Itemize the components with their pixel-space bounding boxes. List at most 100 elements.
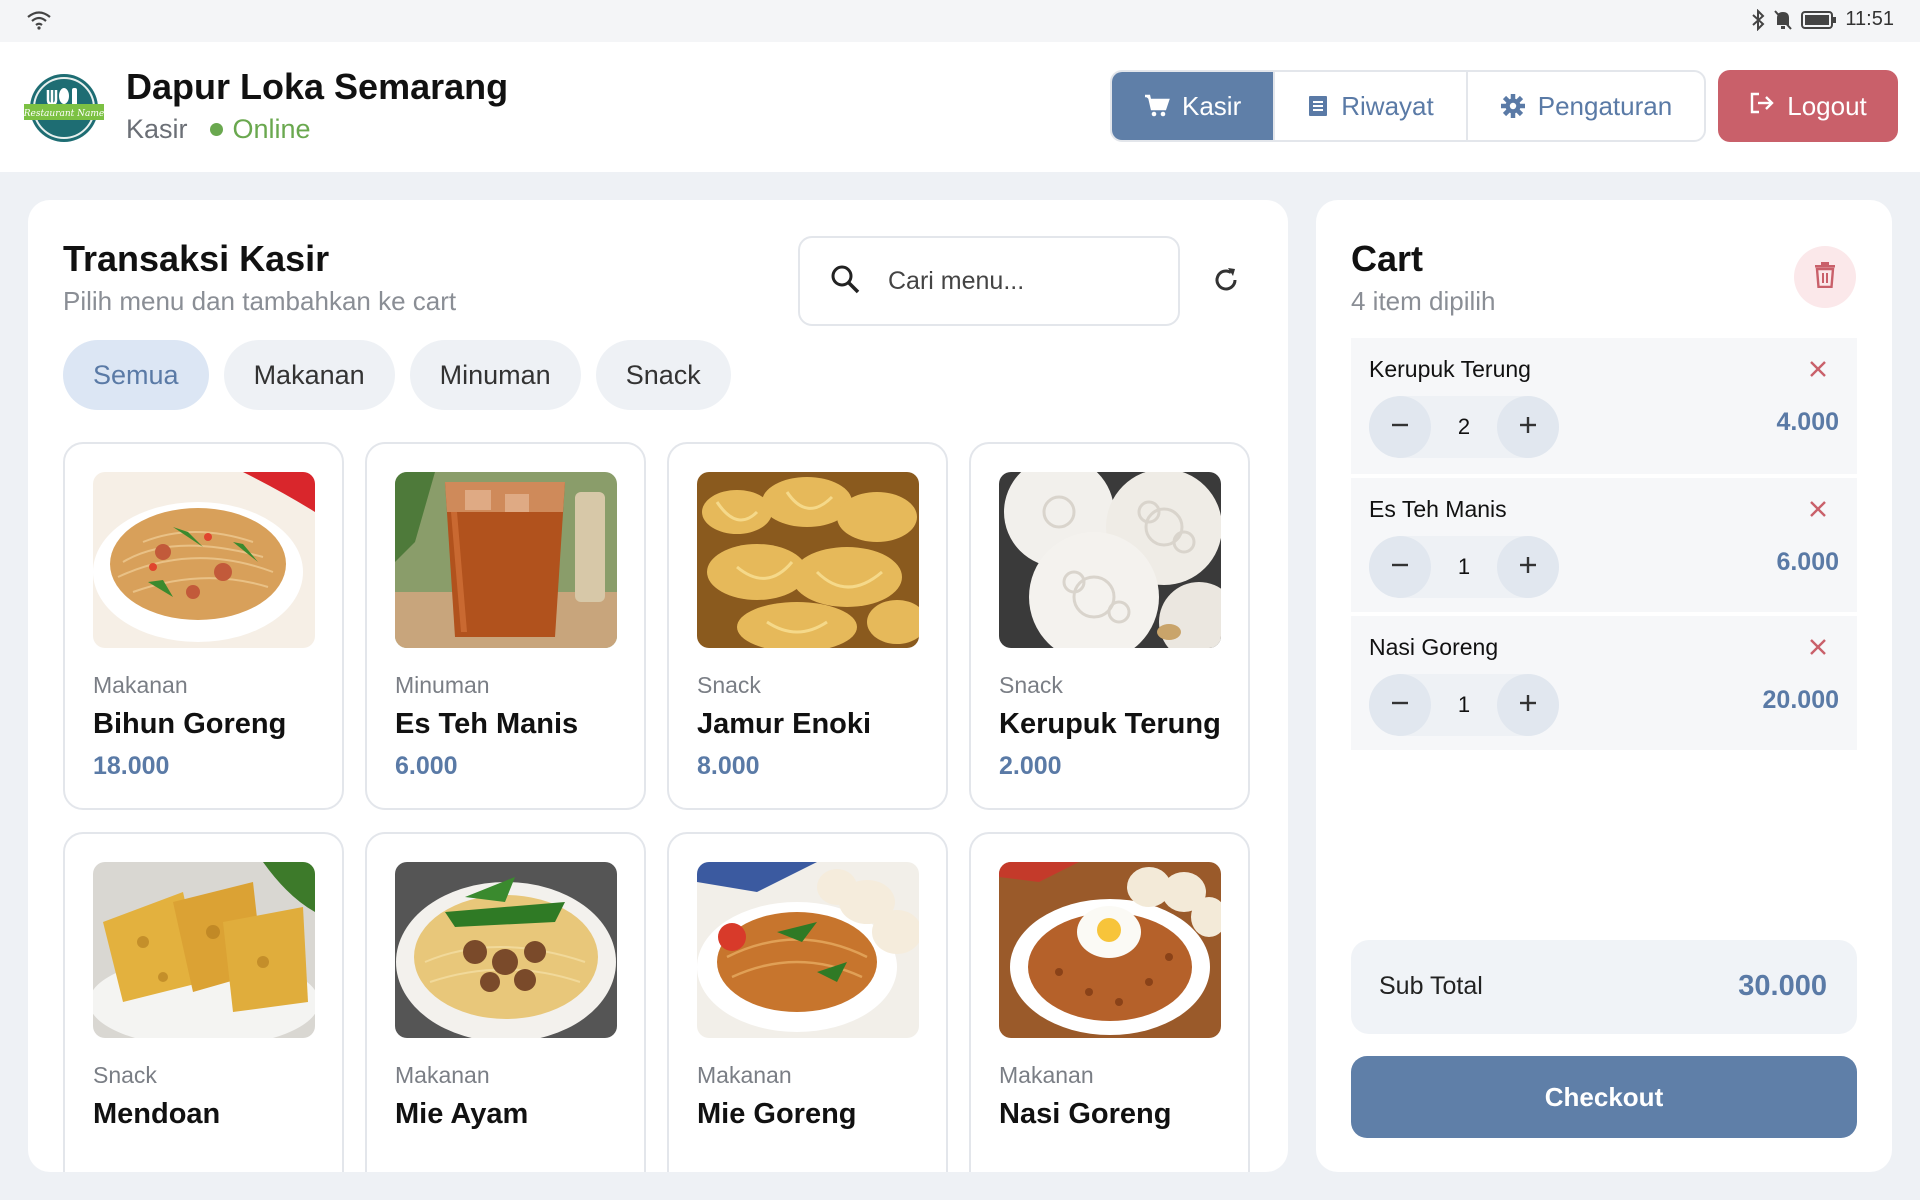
- main-navigation: Kasir Riwayat Pengaturan: [1110, 70, 1707, 142]
- trash-icon: [1814, 261, 1836, 293]
- nav-pengaturan-button[interactable]: Pengaturan: [1468, 72, 1704, 140]
- page-subtitle: Pilih menu dan tambahkan ke cart: [63, 286, 457, 316]
- bluetooth-icon: [1751, 8, 1765, 31]
- jamur-enoki-photo: [697, 472, 919, 648]
- app-title: Dapur Loka Semarang: [126, 66, 509, 107]
- menu-card[interactable]: Snack Mendoan: [63, 832, 344, 1172]
- menu-card[interactable]: Snack Jamur Enoki 8.000: [667, 442, 948, 810]
- minus-icon: [1390, 415, 1410, 440]
- remove-item-button[interactable]: [1803, 496, 1833, 526]
- clock-time: 11:51: [1845, 8, 1894, 30]
- menu-card[interactable]: Minuman Es Teh Manis 6.000: [365, 442, 646, 810]
- category-chip-snack[interactable]: Snack: [595, 340, 731, 410]
- cart-panel: Cart 4 item dipilih Kerupuk Terung 2 4.0…: [1316, 200, 1892, 1172]
- bihun-goreng-photo: [93, 472, 315, 648]
- subtotal-value: 30.000: [1738, 970, 1827, 1002]
- close-icon: [1809, 360, 1827, 383]
- menu-card-name: Mendoan: [93, 1098, 221, 1130]
- category-chip-minuman[interactable]: Minuman: [409, 340, 581, 410]
- subtotal-box: Sub Total 30.000: [1351, 940, 1857, 1034]
- plus-icon: [1518, 415, 1538, 440]
- restaurant-logo: Restaurant Name: [22, 70, 106, 146]
- menu-card-price: 18.000: [93, 752, 170, 780]
- category-filter: Semua Makanan Minuman Snack: [63, 340, 731, 410]
- mie-ayam-photo: [395, 862, 617, 1038]
- refresh-icon: [1211, 265, 1241, 300]
- quantity-value: 2: [1457, 414, 1471, 439]
- menu-card[interactable]: Makanan Nasi Goreng: [969, 832, 1250, 1172]
- menu-card[interactable]: Makanan Mie Ayam: [365, 832, 646, 1172]
- remove-item-button[interactable]: [1803, 356, 1833, 386]
- menu-card-category: Makanan: [999, 1062, 1094, 1088]
- menu-card-name: Jamur Enoki: [697, 708, 872, 740]
- user-role: Kasir: [126, 114, 188, 144]
- increase-quantity-button[interactable]: [1497, 396, 1559, 458]
- menu-card-category: Makanan: [395, 1062, 490, 1088]
- menu-card-name: Mie Ayam: [395, 1098, 529, 1130]
- clear-cart-button[interactable]: [1794, 246, 1856, 308]
- cart-item-price: 4.000: [1776, 408, 1839, 436]
- cart-item-name: Nasi Goreng: [1369, 634, 1499, 660]
- menu-card-name: Kerupuk Terung: [999, 708, 1221, 740]
- search-icon: [830, 264, 860, 299]
- decrease-quantity-button[interactable]: [1369, 536, 1431, 598]
- user-status-line: Kasir Online: [126, 114, 311, 145]
- decrease-quantity-button[interactable]: [1369, 674, 1431, 736]
- quantity-value: 1: [1457, 554, 1471, 579]
- refresh-button[interactable]: [1206, 262, 1246, 302]
- menu-card-price: 2.000: [999, 752, 1062, 780]
- online-status: Online: [232, 114, 311, 144]
- quantity-stepper: 1: [1369, 536, 1559, 598]
- svg-text:Restaurant Name: Restaurant Name: [23, 109, 105, 119]
- menu-card-price: 8.000: [697, 752, 760, 780]
- category-chip-semua[interactable]: Semua: [63, 340, 209, 410]
- mie-goreng-photo: [697, 862, 919, 1038]
- cart-list: Kerupuk Terung 2 4.000 Es Teh Manis 1 6.…: [1351, 338, 1857, 752]
- cart-item-count: 4 item dipilih: [1351, 286, 1496, 316]
- bell-off-icon: [1773, 9, 1793, 31]
- es-teh-photo: [395, 472, 617, 648]
- cart-item: Nasi Goreng 1 20.000: [1351, 614, 1857, 752]
- menu-card-name: Bihun Goreng: [93, 708, 287, 740]
- menu-card-category: Snack: [93, 1062, 157, 1088]
- menu-grid: Makanan Bihun Goreng 18.000 Minuman Es T: [63, 442, 1250, 1172]
- minus-icon: [1390, 693, 1410, 718]
- plus-icon: [1518, 555, 1538, 580]
- nav-riwayat-button[interactable]: Riwayat: [1275, 72, 1468, 140]
- menu-panel: Transaksi Kasir Pilih menu dan tambahkan…: [28, 200, 1288, 1172]
- page-title: Transaksi Kasir: [63, 238, 330, 279]
- mendoan-photo: [93, 862, 315, 1038]
- battery-icon: [1801, 10, 1837, 29]
- logout-button[interactable]: Logout: [1718, 70, 1898, 142]
- online-status-dot: [209, 123, 223, 136]
- cart-item-name: Es Teh Manis: [1369, 496, 1507, 522]
- quantity-stepper: 2: [1369, 396, 1559, 458]
- menu-card[interactable]: Makanan Mie Goreng: [667, 832, 948, 1172]
- close-icon: [1809, 638, 1827, 661]
- logout-icon: [1749, 91, 1775, 122]
- minus-icon: [1390, 555, 1410, 580]
- menu-card[interactable]: Makanan Bihun Goreng 18.000: [63, 442, 344, 810]
- nav-kasir-button[interactable]: Kasir: [1112, 72, 1276, 140]
- menu-card-category: Minuman: [395, 672, 490, 698]
- increase-quantity-button[interactable]: [1497, 674, 1559, 736]
- cart-title: Cart: [1351, 238, 1424, 279]
- cart-item: Es Teh Manis 1 6.000: [1351, 476, 1857, 614]
- menu-card-name: Nasi Goreng: [999, 1098, 1172, 1130]
- kerupuk-photo: [999, 472, 1221, 648]
- system-status-bar: 11:51: [0, 0, 1920, 42]
- nav-riwayat-label: Riwayat: [1341, 90, 1434, 121]
- checkout-button[interactable]: Checkout: [1351, 1056, 1857, 1138]
- nasi-goreng-photo: [999, 862, 1221, 1038]
- search-input[interactable]: [888, 266, 1138, 296]
- category-chip-makanan[interactable]: Makanan: [223, 340, 395, 410]
- remove-item-button[interactable]: [1803, 634, 1833, 664]
- gear-icon: [1500, 93, 1526, 119]
- menu-card-category: Snack: [697, 672, 761, 698]
- menu-card[interactable]: Snack Kerupuk Terung 2.000: [969, 442, 1250, 810]
- logout-label: Logout: [1787, 90, 1867, 121]
- increase-quantity-button[interactable]: [1497, 536, 1559, 598]
- decrease-quantity-button[interactable]: [1369, 396, 1431, 458]
- menu-card-category: Snack: [999, 672, 1063, 698]
- menu-card-price: 6.000: [395, 752, 458, 780]
